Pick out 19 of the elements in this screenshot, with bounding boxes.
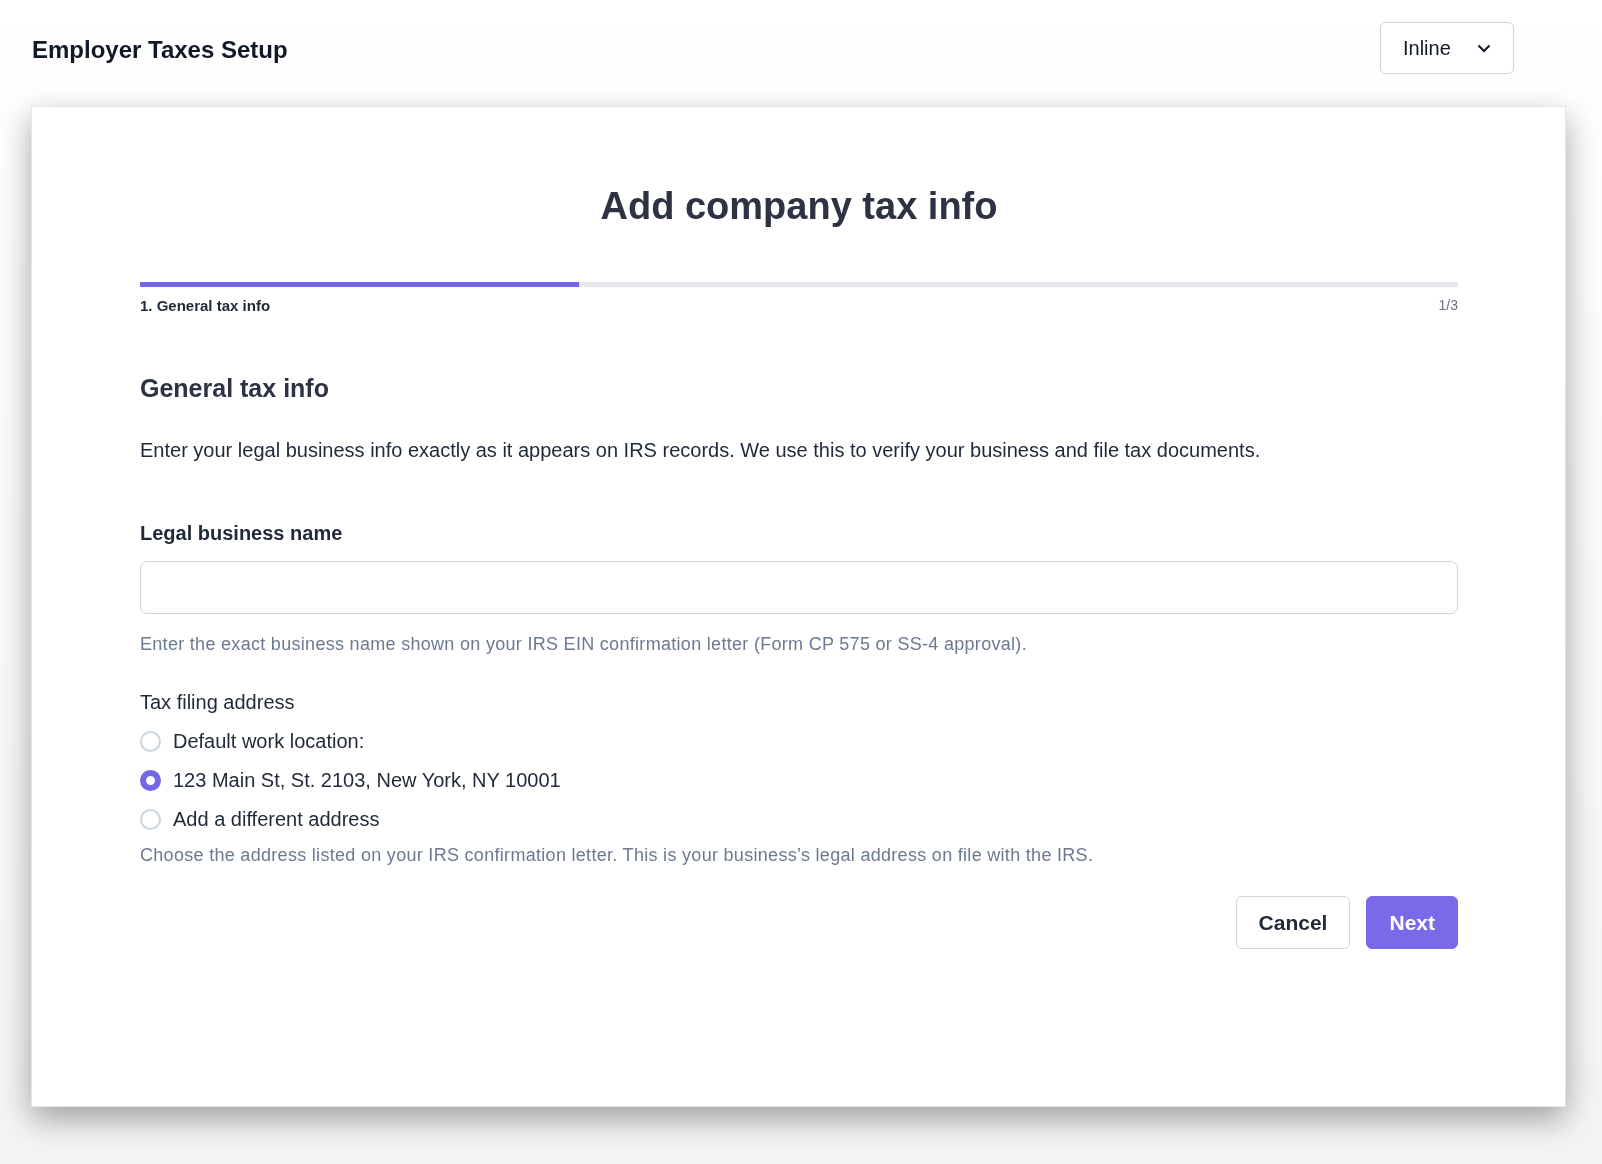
step-label: 1. General tax info: [140, 297, 271, 314]
next-button[interactable]: Next: [1366, 896, 1458, 949]
radio-button[interactable]: [140, 770, 161, 791]
chevron-down-icon: [1477, 43, 1491, 53]
radio-label[interactable]: Default work location:: [173, 730, 365, 753]
description: Enter your legal business info exactly as it appears on IRS records. We use this to verify your business and file tax documents.: [140, 439, 1262, 462]
field-hint: Enter the exact business name shown on your IRS EIN confirmation letter (Form CP 575 or SS-4 approval).: [140, 634, 1028, 655]
radio-label[interactable]: Add a different address: [173, 808, 380, 831]
field-label: Legal business name: [140, 522, 344, 545]
field-hint: Choose the address listed on your IRS confirmation letter. This is your business’s legal address on file with the IRS.: [140, 845, 1095, 866]
field-label: Tax filing address: [140, 691, 296, 714]
mode-dropdown[interactable]: Inline: [1380, 22, 1514, 74]
input-field[interactable]: [140, 561, 1458, 614]
cancel-button[interactable]: Cancel: [1235, 896, 1351, 949]
section-title: General tax info: [140, 374, 330, 403]
step-count: 1/3: [1438, 297, 1458, 314]
radio-label[interactable]: 123 Main St, St. 2103, New York, NY 10001: [173, 769, 561, 792]
dialog-title: Add company tax info: [599, 185, 999, 228]
app-title: Employer Taxes Setup: [32, 36, 288, 64]
